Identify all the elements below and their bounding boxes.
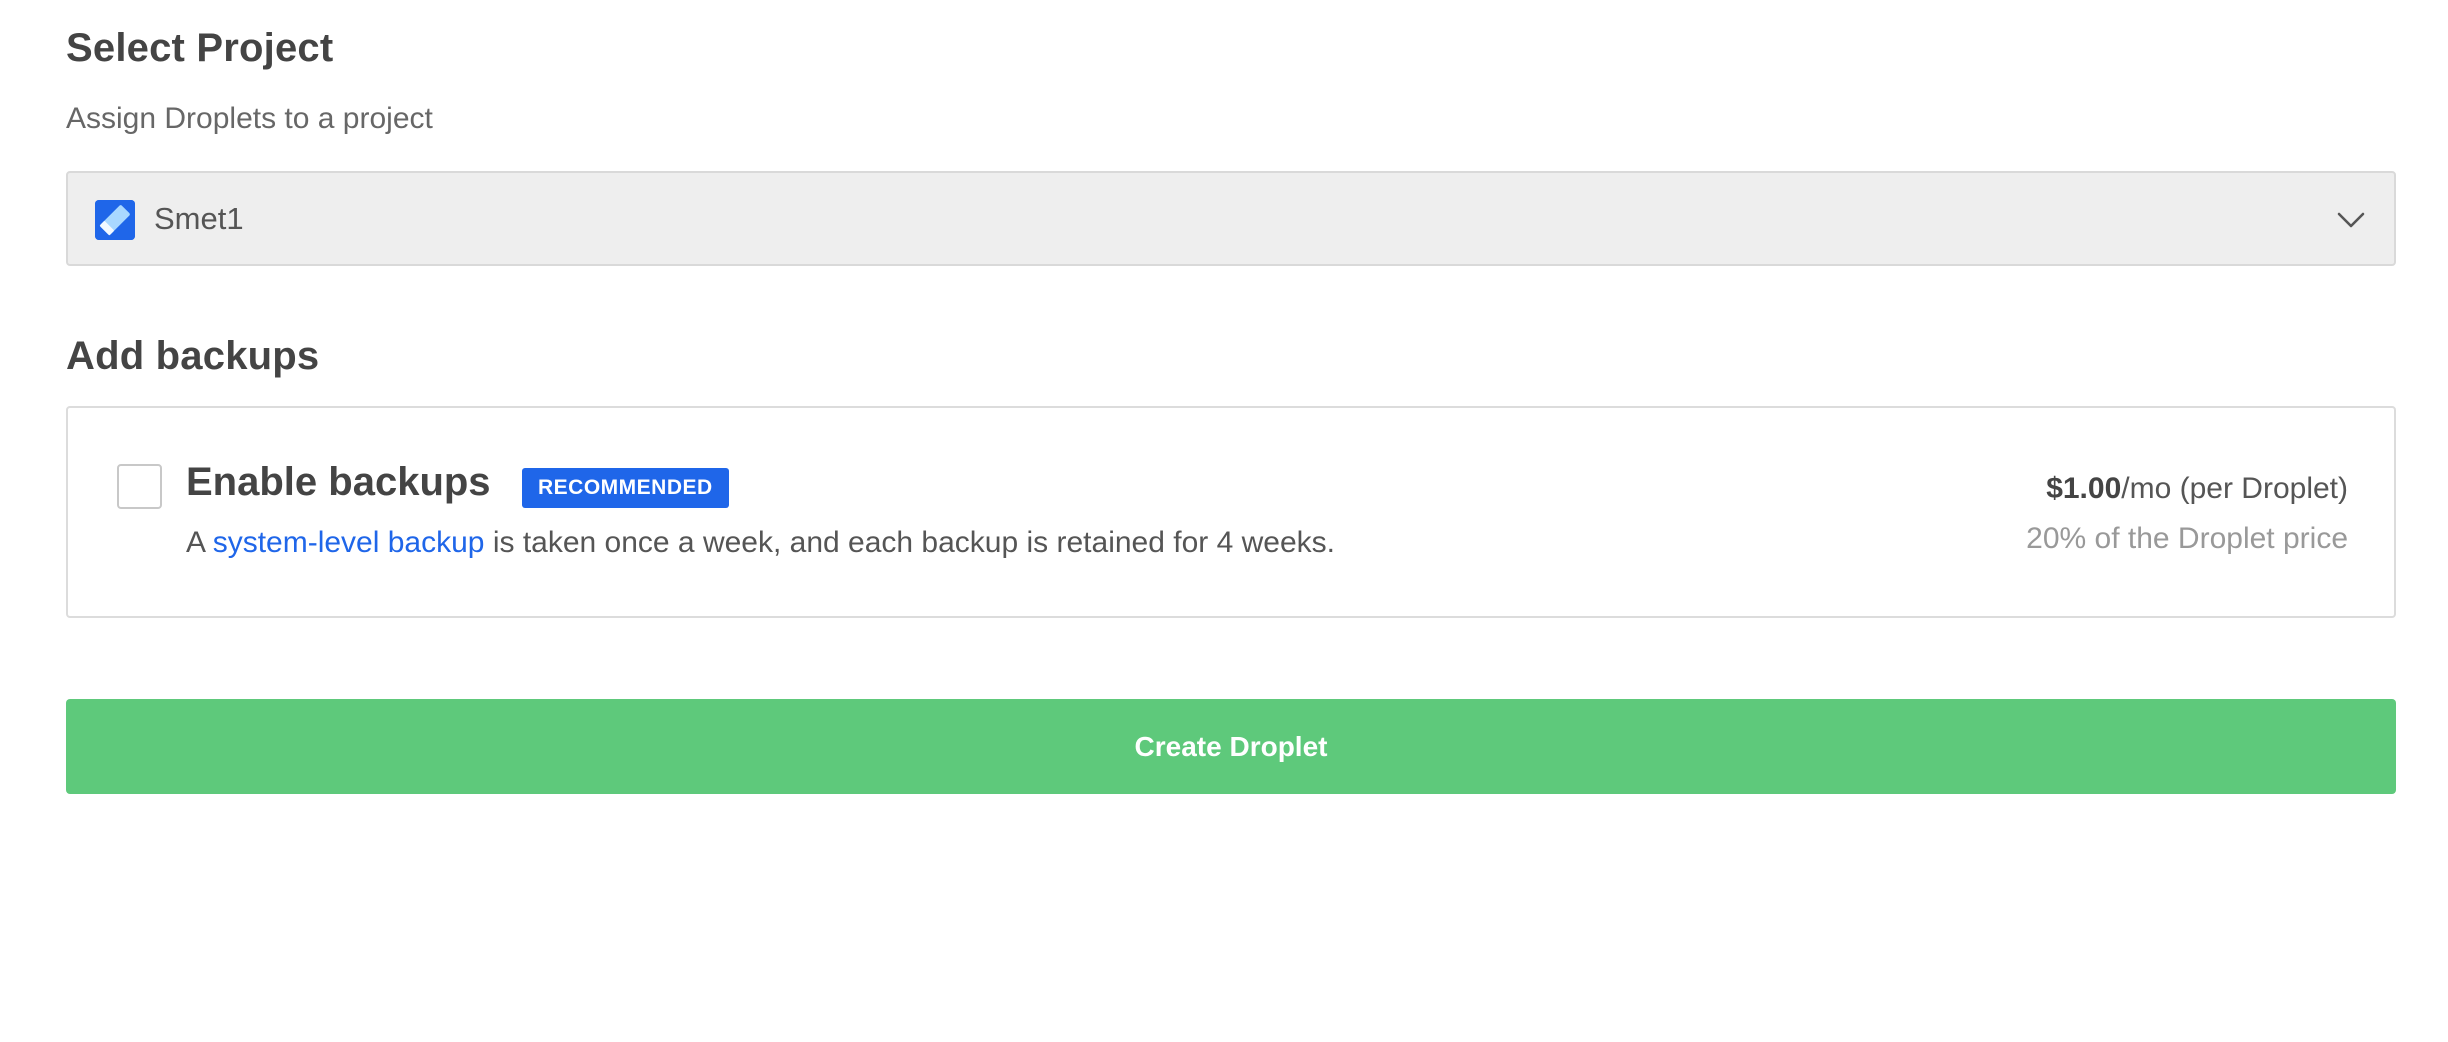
backup-description-suffix: is taken once a week, and each backup is… (484, 526, 1335, 559)
create-droplet-page: Select Project Assign Droplets to a proj… (0, 0, 2448, 1042)
backup-option-card[interactable]: Enable backups RECOMMENDED A system-leve… (66, 406, 2396, 618)
system-level-backup-link[interactable]: system-level backup (213, 526, 485, 559)
project-pencil-icon (95, 200, 135, 240)
backup-price-note: 20% of the Droplet price (2026, 522, 2348, 555)
recommended-badge: RECOMMENDED (522, 468, 729, 508)
backup-price: $1.00/mo (per Droplet) (2046, 472, 2348, 506)
backup-description-prefix: A (186, 526, 213, 559)
add-backups-heading: Add backups (66, 334, 320, 378)
chevron-down-icon (2334, 203, 2368, 237)
create-droplet-button[interactable]: Create Droplet (66, 699, 2396, 794)
selected-project-name: Smet1 (154, 201, 244, 236)
project-select-dropdown[interactable]: Smet1 (66, 171, 2396, 266)
enable-backups-label: Enable backups (186, 460, 491, 504)
select-project-subtitle: Assign Droplets to a project (66, 102, 433, 135)
backup-description: A system-level backup is taken once a we… (186, 526, 1335, 560)
select-project-heading: Select Project (66, 26, 334, 70)
enable-backups-checkbox[interactable] (117, 464, 162, 509)
backup-price-unit: /mo (per Droplet) (2121, 472, 2348, 505)
backup-price-amount: $1.00 (2046, 472, 2122, 505)
